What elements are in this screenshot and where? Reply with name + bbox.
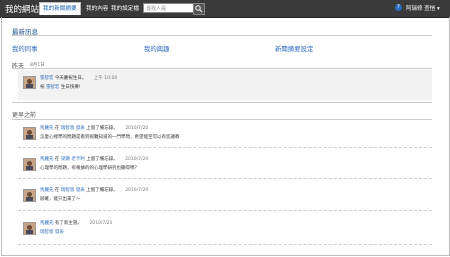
divider [12,35,432,36]
user-link[interactable]: 馬麗先 [40,221,54,226]
avatar[interactable] [23,158,36,171]
feed-item: 馬麗先 在 瑞智恩 發表 上留了備忘錄。 2010/7/20 [40,125,148,131]
divider [18,178,432,179]
feed-item: 馬麗先 在 瑞智恩 發表 上留了備忘錄。 2010/7/20 [40,187,148,193]
avatar[interactable] [23,127,36,140]
link-my-interests[interactable]: 我的興趣 [144,44,170,53]
timestamp: 2010/7/21 [89,221,113,226]
site-title[interactable]: 我的網站 [5,3,39,15]
help-icon[interactable]: ? [395,4,402,11]
feed-text: 上留了備忘錄。 [84,188,118,193]
feed-item-line2: 祝 張智宏 生日快樂! [40,84,81,90]
feed-item: 馬麗先 在 梁顯 老卡利 上留了備忘錄。 2010/7/20 [40,156,148,162]
feed-text: 上留了備忘錄。 [84,157,118,162]
divider [12,119,432,120]
feed-item: 馬麗先 有了新主管。 2010/7/21 [40,220,112,226]
nav-my-profile[interactable]: 我的設定檔 [111,4,139,12]
divider [12,68,432,69]
user-link[interactable]: 張智宏 [40,76,54,81]
divider [18,147,432,148]
feed-text: 上留了備忘錄。 [84,126,118,131]
avatar[interactable] [23,76,36,89]
user-menu[interactable]: 阿瑞修 查愷 ▾ [406,4,440,12]
feed-text: 在 [53,188,61,193]
avatar[interactable] [23,189,36,202]
timestamp: 2010/7/20 [125,188,149,193]
search-input[interactable]: 尋找人員 [146,5,166,12]
feed-text: 今天慶祝生日。 [54,76,87,81]
search-button[interactable] [193,3,205,15]
timestamp: 2010/7/20 [125,126,149,131]
section-earlier: 更早之前 [12,112,37,119]
user-link[interactable]: 瑞智恩 發表 [40,230,64,235]
user-link[interactable]: 張智宏 [46,85,60,90]
user-link[interactable]: 瑞智恩 發表 [61,188,85,193]
feed-note: 怎麼心裡學的問題是看到很難知道的一門學問，希望能空可以有您議教 [40,135,180,140]
link-my-colleagues[interactable]: 我的同事 [12,44,38,53]
user-link[interactable]: 瑞智恩 發表 [61,126,85,131]
user-link[interactable]: 馬麗先 [40,157,54,162]
feed-text: 有了新主管。 [53,221,82,226]
feed-item-line2: 瑞智恩 發表 [40,229,64,235]
feed-text: 生日快樂! [59,85,81,90]
divider [18,244,432,245]
timestamp: 上午 10:00 [93,76,118,81]
search-icon [195,5,203,13]
user-link[interactable]: 馬麗先 [40,188,54,193]
user-link[interactable]: 馬麗先 [40,126,54,131]
timestamp: 2010/7/20 [125,157,149,162]
divider [18,210,432,211]
user-link[interactable]: 梁顯 老卡利 [61,157,85,162]
feed-text: 在 [53,157,61,162]
divider [12,102,432,103]
search-box[interactable]: 尋找人員 [143,3,200,13]
nav-newsfeed[interactable]: 我的新聞摘要 [39,2,81,15]
feed-note: 心理學的問題，有根據的的心理學研究也顯得嗎？ [40,166,139,171]
nav-my-content[interactable]: 我的內容 [86,4,108,12]
link-newsfeed-settings[interactable]: 新聞摘要設定 [275,44,313,53]
feed-item: 張智宏 今天慶祝生日。 上午 10:00 [40,75,117,81]
avatar[interactable] [23,222,36,235]
top-bar: 我的網站 我的新聞摘要 我的內容 我的設定檔 尋找人員 ? 阿瑞修 查愷 ▾ [0,0,450,18]
feed-text: 在 [53,126,61,131]
feed-note: 辦確，能只出來了～ [40,197,81,202]
